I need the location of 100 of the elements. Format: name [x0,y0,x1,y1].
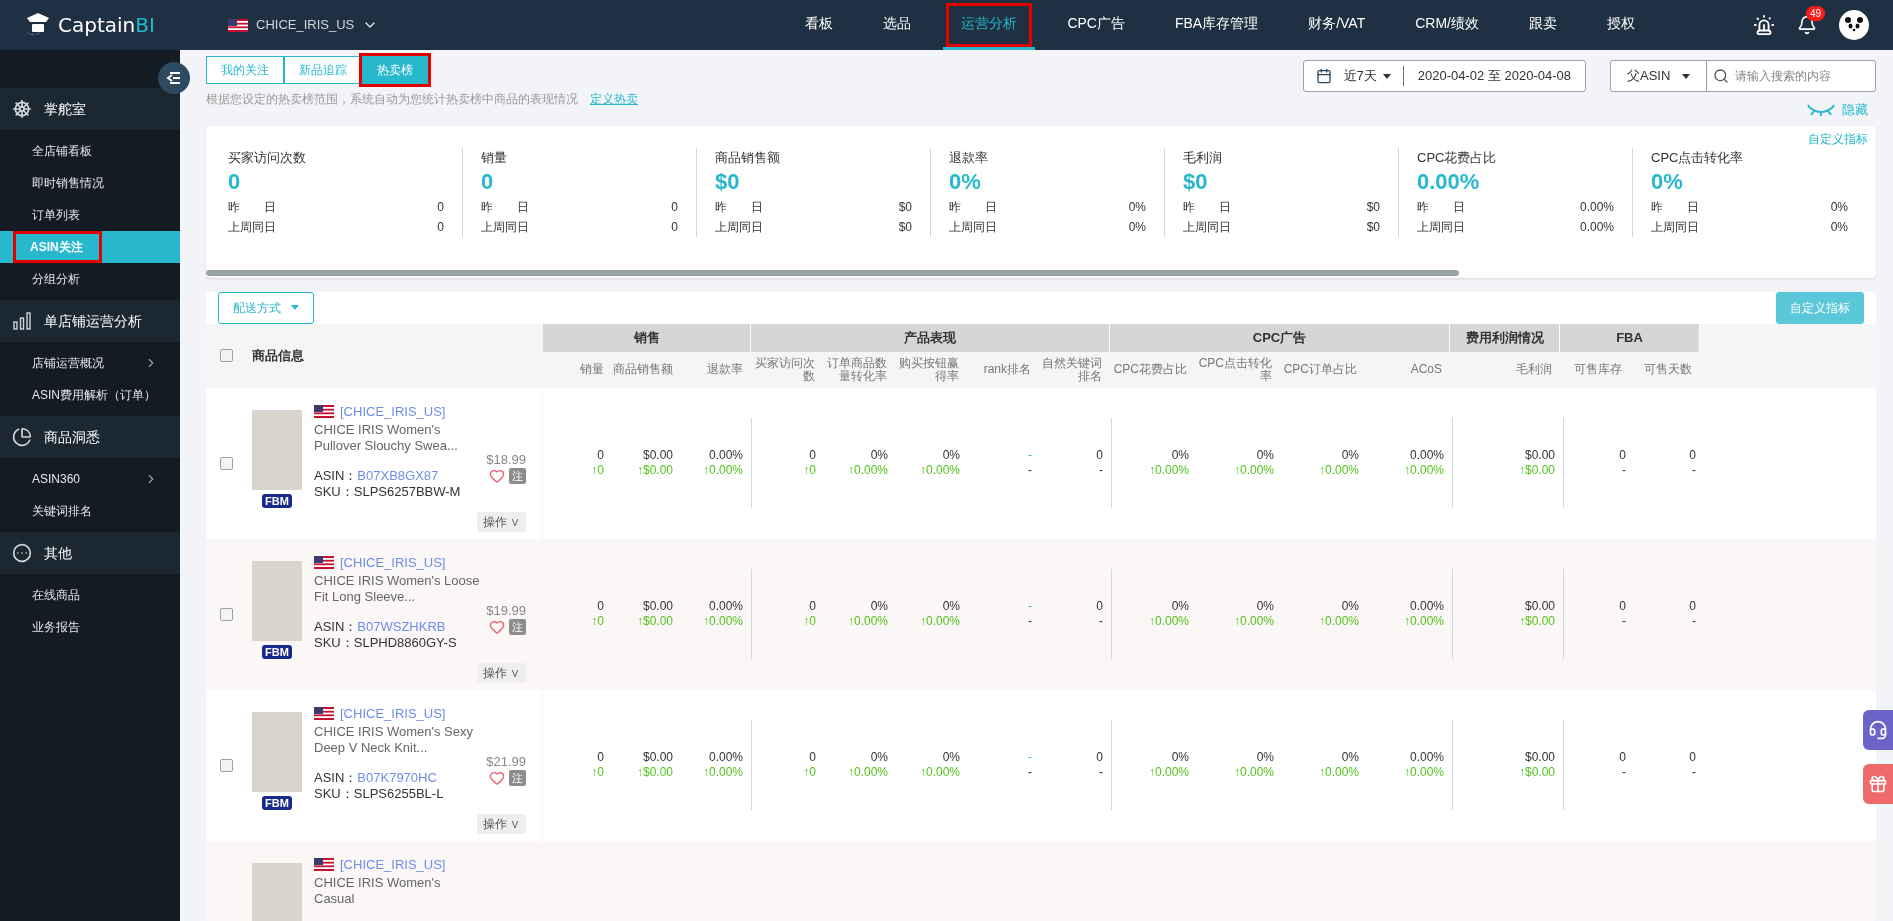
cell-value: $0.00 [1524,750,1555,765]
cell-change: ↑$0.00 [636,614,673,629]
action-dropdown[interactable]: 操作 ∨ [476,511,526,532]
cell-change: - [1692,463,1696,478]
sidebar-section-header[interactable]: 掌舵室 [0,88,180,130]
sidebar-item[interactable]: 即时销售情况 [0,167,180,199]
alarm-light-icon[interactable] [1753,14,1775,36]
cell-value: 0.00% [708,448,743,463]
sidebar-item[interactable]: 全店铺看板 [0,135,180,167]
search-input[interactable]: 请输入搜索的内容 [1735,67,1875,85]
cell-value: 0 [597,599,604,614]
column-header: CPC点击转化率 [1197,356,1273,383]
us-flag-icon [314,707,334,720]
metric-label: 销量 [481,148,508,167]
column-header: 自然关键词排名 [1041,356,1103,383]
cell-change: ↑$0.00 [1518,765,1555,780]
asin-text: ASIN：B07XB8GX87 [314,467,439,484]
metric-value: $0 [1183,168,1209,196]
product-title[interactable]: CHICE IRIS Women's Pullover Slouchy Swea... [314,421,484,454]
gift-icon [1868,774,1888,794]
cell-value: 0 [1096,448,1103,463]
nav-tab[interactable]: 财务/VAT [1290,0,1384,50]
cell-change: ↑0 [591,765,604,780]
nav-tab[interactable]: 授权 [1589,0,1653,50]
metric-label: 毛利润 [1183,148,1223,167]
cell-change: - [1099,463,1103,478]
bar-chart-icon [12,311,32,331]
sidebar-section-header[interactable]: 其他 [0,532,180,574]
column-header: ACoS [1409,363,1443,376]
compare-label: 昨 日 [1183,199,1231,216]
sidebar-section-header[interactable]: 商品洞悉 [0,416,180,458]
cell-value: $0.00 [1524,599,1555,614]
fulfillment-tag: FBM [262,493,292,508]
sidebar-item[interactable]: ASIN费用解析（订单） [0,379,180,411]
collapse-sidebar-icon[interactable] [158,62,190,94]
compare-label: 昨 日 [715,199,763,216]
nav-tab[interactable]: 看板 [787,0,852,50]
nav-tab[interactable]: CRM/绩效 [1397,0,1497,50]
product-title[interactable]: CHICE IRIS Women's Casual [314,874,484,907]
metric-label: 退款率 [949,148,989,167]
checkbox[interactable] [219,758,233,772]
metric-label: 买家访问次数 [228,148,307,167]
cell-change: - [1622,765,1626,780]
compare-label: 上周同日 [228,219,276,236]
nav-tab[interactable]: 跟卖 [1511,0,1575,50]
photo-placeholder [252,862,302,921]
cell-value: 0% [1171,448,1189,463]
sidebar-section-header[interactable]: 单店铺运营分析 [0,300,180,342]
compare-value: 0% [1128,199,1146,216]
logo[interactable]: CaptainBI [0,10,180,40]
action-dropdown[interactable]: 操作 ∨ [476,813,526,834]
support-button[interactable] [1863,710,1893,750]
search-box[interactable]: 父ASIN 请输入搜索的内容 [1610,60,1876,92]
product-title[interactable]: CHICE IRIS Women's Loose Fit Long Sleeve... [314,572,484,605]
asin-text: ASIN：B07K7970HC [314,769,437,786]
cell-change: ↑0.00% [1403,463,1444,478]
favorite-heart-icon[interactable] [489,769,505,786]
sidebar-item[interactable]: 业务报告 [0,611,180,643]
column-group-header: 销售 [543,323,751,352]
nav-tab[interactable]: 运营分析 [943,0,1036,50]
favorite-heart-icon[interactable] [489,618,505,635]
scrollbar-thumb[interactable] [206,269,1459,276]
cell-value: 0% [870,750,888,765]
sidebar-item[interactable]: 订单列表 [0,199,180,231]
sidebar-item[interactable]: 关键词排名 [0,495,180,527]
avatar-icon[interactable] [1839,10,1869,40]
product-title[interactable]: CHICE IRIS Women's Sexy Deep V Neck Knit... [314,723,484,756]
nav-tab[interactable]: 选品 [865,0,930,50]
sidebar-item[interactable]: ASIN360 [0,463,180,495]
column-header: 可售库存 [1573,363,1623,376]
cell-change: ↑0.00% [1403,765,1444,780]
cell-change: ↑0.00% [1233,614,1274,629]
pie-chart-icon [12,427,32,447]
search-scope-select[interactable]: 父ASIN [1611,61,1708,91]
checkbox[interactable] [219,456,233,470]
gift-button[interactable] [1863,764,1893,804]
cell-value: 0% [1341,750,1359,765]
captain-hat-icon [24,12,52,38]
nav-tab[interactable]: CPC广告 [1049,0,1143,50]
sidebar-item[interactable]: 在线商品 [0,579,180,611]
cell-value: 0% [1171,599,1189,614]
notification-bell-icon[interactable] [1797,15,1817,35]
headset-icon [1868,720,1888,740]
compare-value: 0 [437,199,444,216]
date-range-picker[interactable]: 近7天 2020-04-02 至 2020-04-08 [1302,60,1586,92]
compare-value: $0 [1366,199,1380,216]
checkbox[interactable] [219,607,233,621]
compare-value: 0% [1830,199,1848,216]
sidebar-item[interactable]: 分组分析 [0,263,180,295]
nav-tab[interactable]: FBA库存管理 [1156,0,1277,50]
checkbox[interactable] [219,349,233,362]
sidebar-item[interactable]: 店铺运营概况 [0,347,180,379]
cell-value: 0% [870,448,888,463]
compare-label: 昨 日 [1417,199,1465,216]
cell-change: ↑0.00% [1233,765,1274,780]
cell-value: - [1028,750,1032,765]
cell-change: ↑0.00% [847,463,888,478]
favorite-heart-icon[interactable] [489,467,505,484]
action-dropdown[interactable]: 操作 ∨ [476,662,526,683]
store-selector[interactable]: CHICE_IRIS_US [228,15,379,35]
